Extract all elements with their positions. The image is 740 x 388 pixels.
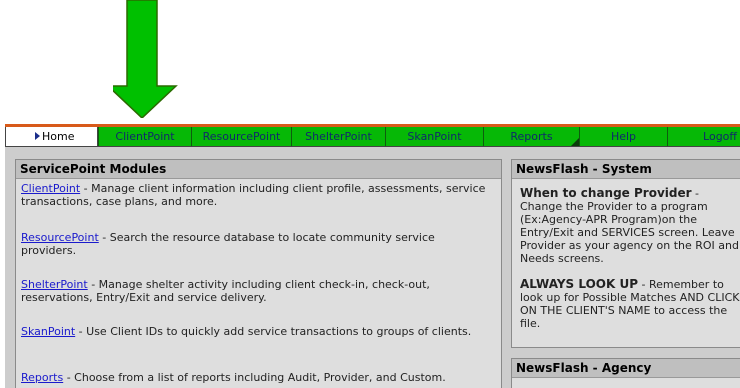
clientpoint-link[interactable]: ClientPoint — [21, 182, 80, 195]
tab-logoff[interactable]: Logoff — [667, 127, 740, 146]
news-item-always-look-up: ALWAYS LOOK UP - Remember to look up for… — [520, 277, 740, 331]
tab-skanpoint[interactable]: SkanPoint — [385, 127, 483, 146]
tab-shelterpoint[interactable]: ShelterPoint — [291, 127, 385, 146]
tab-resourcepoint[interactable]: ResourcePoint — [191, 127, 291, 146]
newsflash-agency-panel: NewsFlash - Agency — [511, 358, 740, 388]
module-item-clientpoint: ClientPoint - Manage client information … — [21, 182, 486, 208]
green-down-arrow-icon — [113, 0, 178, 118]
reports-link[interactable]: Reports — [21, 371, 63, 384]
play-triangle-icon — [35, 132, 40, 140]
module-item-shelterpoint: ShelterPoint - Manage shelter activity i… — [21, 278, 430, 304]
shelterpoint-link[interactable]: ShelterPoint — [21, 278, 88, 291]
skanpoint-link[interactable]: SkanPoint — [21, 325, 75, 338]
panel-title: ServicePoint Modules — [16, 160, 501, 179]
news-item-change-provider: When to change Provider - Change the Pro… — [520, 186, 739, 266]
module-item-skanpoint: SkanPoint - Use Client IDs to quickly ad… — [21, 325, 472, 338]
tab-reports[interactable]: Reports — [483, 127, 580, 146]
panel-title: NewsFlash - System — [512, 160, 740, 179]
newsflash-system-panel: NewsFlash - System When to change Provid… — [511, 159, 740, 348]
resourcepoint-link[interactable]: ResourcePoint — [21, 231, 99, 244]
tab-help[interactable]: Help — [579, 127, 667, 146]
module-item-reports: Reports - Choose from a list of reports … — [21, 371, 446, 384]
panel-title: NewsFlash - Agency — [512, 359, 740, 378]
servicepoint-modules-panel: ServicePoint Modules ClientPoint - Manag… — [15, 159, 502, 388]
tab-clientpoint[interactable]: ClientPoint — [98, 127, 191, 146]
module-item-resourcepoint: ResourcePoint - Search the resource data… — [21, 231, 435, 257]
